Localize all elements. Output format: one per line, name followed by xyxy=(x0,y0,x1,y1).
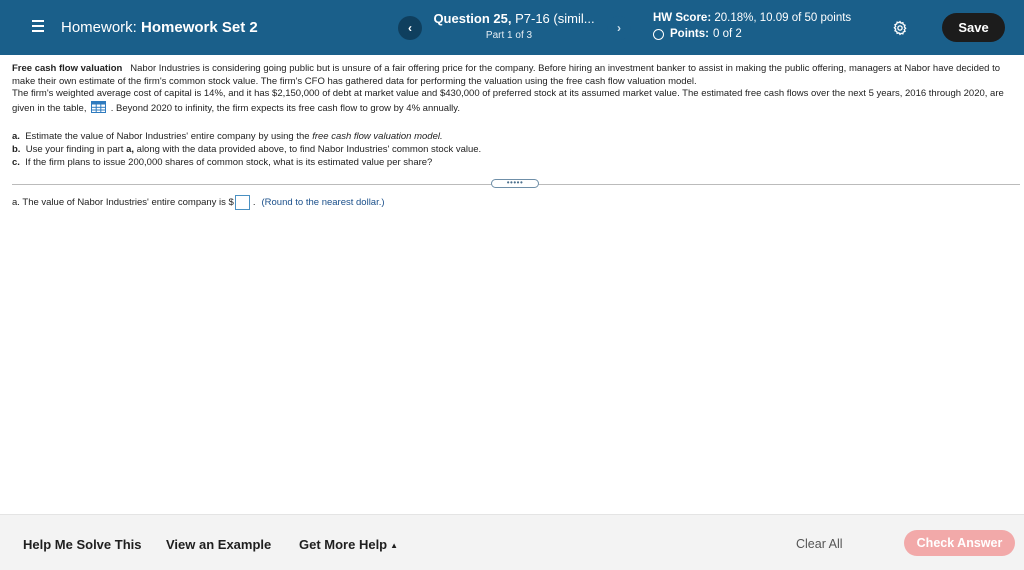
previous-question-button[interactable]: ‹ xyxy=(398,16,422,40)
hw-score-label: HW Score: xyxy=(653,12,712,24)
part-a-text: Estimate the value of Nabor Industries' … xyxy=(25,131,310,142)
part-a: a. Estimate the value of Nabor Industrie… xyxy=(12,131,1017,144)
chevron-right-icon: › xyxy=(617,21,621,35)
homework-title: Homework: Homework Set 2 xyxy=(61,19,258,36)
expand-toggle[interactable]: ••••• xyxy=(491,179,539,188)
question-title: Question 25, P7-16 (simil... xyxy=(430,11,598,26)
answer-row: a. The value of Nabor Industries' entire… xyxy=(12,195,385,210)
part-c-label: c. xyxy=(12,157,20,168)
part-b-label: b. xyxy=(12,144,21,155)
next-question-button[interactable]: › xyxy=(607,16,631,40)
save-button[interactable]: Save xyxy=(942,13,1005,42)
gear-icon[interactable] xyxy=(892,20,908,36)
footer-bar: Help Me Solve This View an Example Get M… xyxy=(0,514,1024,570)
question-part: Part 1 of 3 xyxy=(485,30,533,41)
top-bar: Homework: Homework Set 2 ‹ Question 25, … xyxy=(0,0,1024,55)
part-b-bold: a, xyxy=(126,144,135,155)
check-answer-button[interactable]: Check Answer xyxy=(904,530,1015,556)
get-more-help-button[interactable]: Get More Help ▲ xyxy=(299,537,398,552)
menu-icon[interactable] xyxy=(32,20,44,32)
answer-prefix: a. The value of Nabor Industries' entire… xyxy=(12,197,234,208)
homework-label: Homework: xyxy=(61,19,137,36)
data-table-icon[interactable] xyxy=(91,100,107,113)
points-value: 0 of 2 xyxy=(712,28,742,40)
hw-score-value: 20.18%, 10.09 of 50 points xyxy=(714,12,852,24)
problem-intro: Free cash flow valuation Nabor Industrie… xyxy=(12,63,1017,88)
part-b-text-1: Use your finding in part xyxy=(25,144,124,155)
view-example-button[interactable]: View an Example xyxy=(166,537,271,552)
answer-input[interactable] xyxy=(234,195,250,210)
problem-title: Free cash flow valuation xyxy=(12,63,123,74)
chevron-left-icon: ‹ xyxy=(408,21,412,35)
part-c: c. If the firm plans to issue 200,000 sh… xyxy=(12,157,1017,170)
get-more-help-label: Get More Help xyxy=(299,537,388,552)
problem-text-1: Nabor Industries is considering going pu… xyxy=(12,63,1001,87)
clear-all-button[interactable]: Clear All xyxy=(796,537,843,551)
homework-name: Homework Set 2 xyxy=(141,19,258,36)
part-c-text: If the firm plans to issue 200,000 share… xyxy=(25,157,433,168)
problem-data: The firm's weighted average cost of capi… xyxy=(12,88,1017,115)
question-label: Question 25, xyxy=(433,11,512,26)
question-parts: a. Estimate the value of Nabor Industrie… xyxy=(12,131,1017,170)
points: Points: 0 of 2 xyxy=(653,28,742,40)
help-me-solve-button[interactable]: Help Me Solve This xyxy=(23,537,141,552)
answer-suffix: . xyxy=(252,197,256,208)
problem-statement: Free cash flow valuation Nabor Industrie… xyxy=(12,63,1017,170)
question-id: P7-16 (simil... xyxy=(515,11,595,26)
points-label: Points: xyxy=(670,28,709,40)
problem-text-3: . Beyond 2020 to infinity, the firm expe… xyxy=(110,102,460,114)
part-b: b. Use your finding in part a, along wit… xyxy=(12,144,1017,157)
part-b-text-2: along with the data provided above, to f… xyxy=(136,144,482,155)
rounding-hint: (Round to the nearest dollar.) xyxy=(261,197,385,208)
caret-up-icon: ▲ xyxy=(390,541,399,550)
hw-score: HW Score: 20.18%, 10.09 of 50 points xyxy=(653,12,851,24)
part-a-label: a. xyxy=(12,131,20,142)
part-a-italic: free cash flow valuation model. xyxy=(312,131,443,142)
points-circle-icon xyxy=(653,28,664,40)
